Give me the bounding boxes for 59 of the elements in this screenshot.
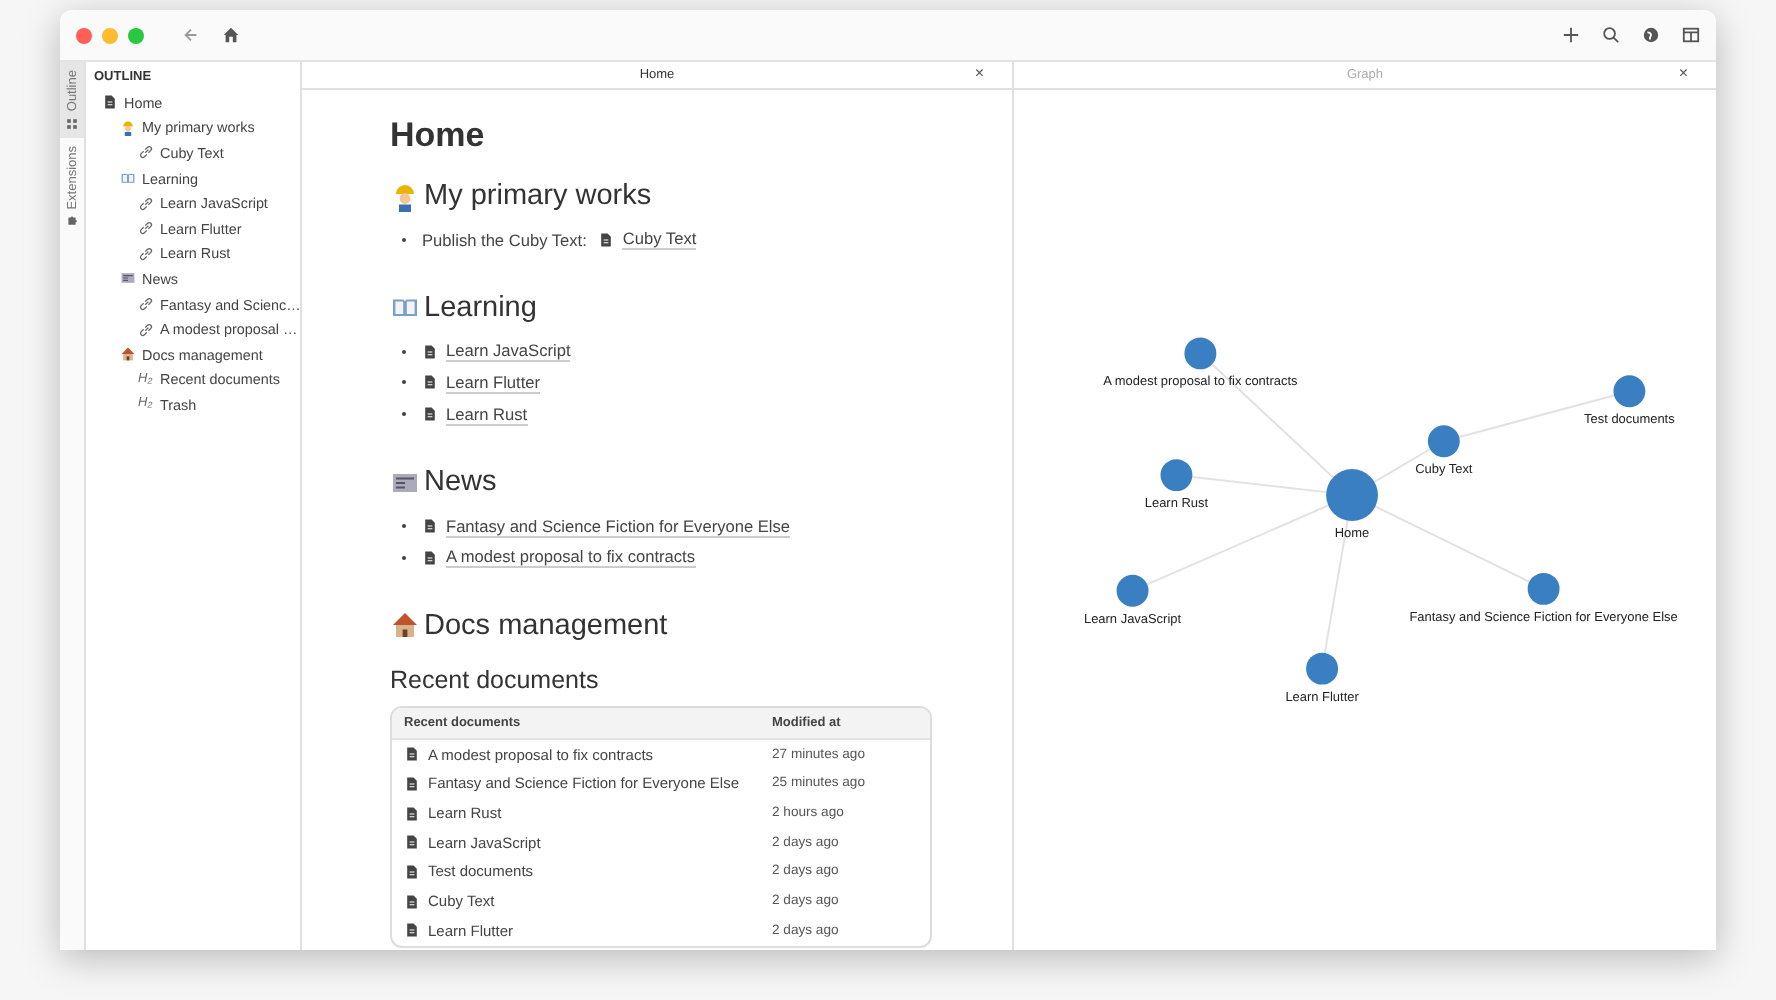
graph-node[interactable] bbox=[1160, 459, 1193, 492]
subheading: Recent documents bbox=[390, 665, 601, 694]
document-icon bbox=[404, 893, 420, 910]
back-arrow-icon[interactable] bbox=[182, 26, 200, 44]
document-icon bbox=[422, 374, 438, 391]
document-icon bbox=[404, 834, 420, 851]
link-icon bbox=[138, 220, 154, 237]
grid-icon bbox=[66, 117, 78, 130]
graph-node[interactable] bbox=[1613, 375, 1646, 408]
close-window-button[interactable] bbox=[76, 27, 92, 43]
document-link[interactable]: Learn Flutter bbox=[446, 371, 541, 394]
graph-node[interactable] bbox=[1527, 572, 1560, 605]
document-link[interactable]: Cuby Text bbox=[622, 228, 697, 251]
document-icon bbox=[404, 922, 420, 939]
split-view-icon[interactable] bbox=[1682, 26, 1700, 44]
graph-node[interactable] bbox=[1326, 469, 1378, 521]
close-tab-button[interactable]: × bbox=[974, 64, 984, 82]
globe-icon[interactable] bbox=[1642, 26, 1660, 44]
section-heading: Docs management bbox=[424, 609, 668, 642]
close-tab-button[interactable]: × bbox=[1678, 64, 1688, 82]
worker-icon bbox=[390, 181, 420, 211]
section-heading: My primary works bbox=[424, 180, 652, 212]
document-icon bbox=[422, 343, 438, 360]
document-title: Home bbox=[390, 116, 487, 156]
document-icon bbox=[404, 805, 420, 821]
document-icon bbox=[102, 94, 118, 111]
link-icon bbox=[138, 144, 154, 161]
document-icon bbox=[404, 863, 420, 880]
house-icon bbox=[390, 610, 420, 641]
document-icon bbox=[422, 406, 438, 423]
graph-node[interactable] bbox=[1116, 574, 1149, 607]
document-link[interactable]: Learn JavaScript bbox=[446, 340, 571, 363]
document-icon bbox=[422, 518, 438, 535]
document-link[interactable]: Fantasy and Science Fiction for Everyone Else bbox=[446, 515, 791, 538]
worker-icon bbox=[120, 119, 136, 136]
document-icon bbox=[404, 775, 420, 792]
zoom-window-button[interactable] bbox=[128, 27, 144, 43]
graph-node[interactable] bbox=[1306, 652, 1339, 685]
book-icon bbox=[120, 170, 136, 187]
document-icon bbox=[404, 746, 420, 763]
link-icon bbox=[138, 321, 154, 338]
puzzle-icon bbox=[66, 214, 78, 227]
link-icon bbox=[138, 245, 154, 262]
link-icon bbox=[138, 195, 154, 212]
house-icon bbox=[120, 346, 136, 363]
section-heading: News bbox=[424, 466, 497, 499]
plus-icon[interactable] bbox=[1562, 26, 1580, 44]
document-link[interactable]: Learn Rust bbox=[446, 403, 528, 426]
graph-node[interactable] bbox=[1427, 425, 1460, 458]
search-icon[interactable] bbox=[1602, 26, 1620, 44]
document-link[interactable]: A modest proposal to fix contracts bbox=[446, 546, 696, 569]
link-icon bbox=[138, 296, 154, 313]
newspaper-icon bbox=[120, 270, 136, 287]
home-icon[interactable] bbox=[222, 26, 240, 44]
list-text: Publish the Cuby Text: bbox=[422, 229, 587, 250]
document-icon bbox=[598, 231, 615, 248]
document-icon bbox=[422, 549, 438, 566]
graph-node[interactable] bbox=[1184, 337, 1217, 370]
section-heading: Learning bbox=[424, 291, 537, 324]
